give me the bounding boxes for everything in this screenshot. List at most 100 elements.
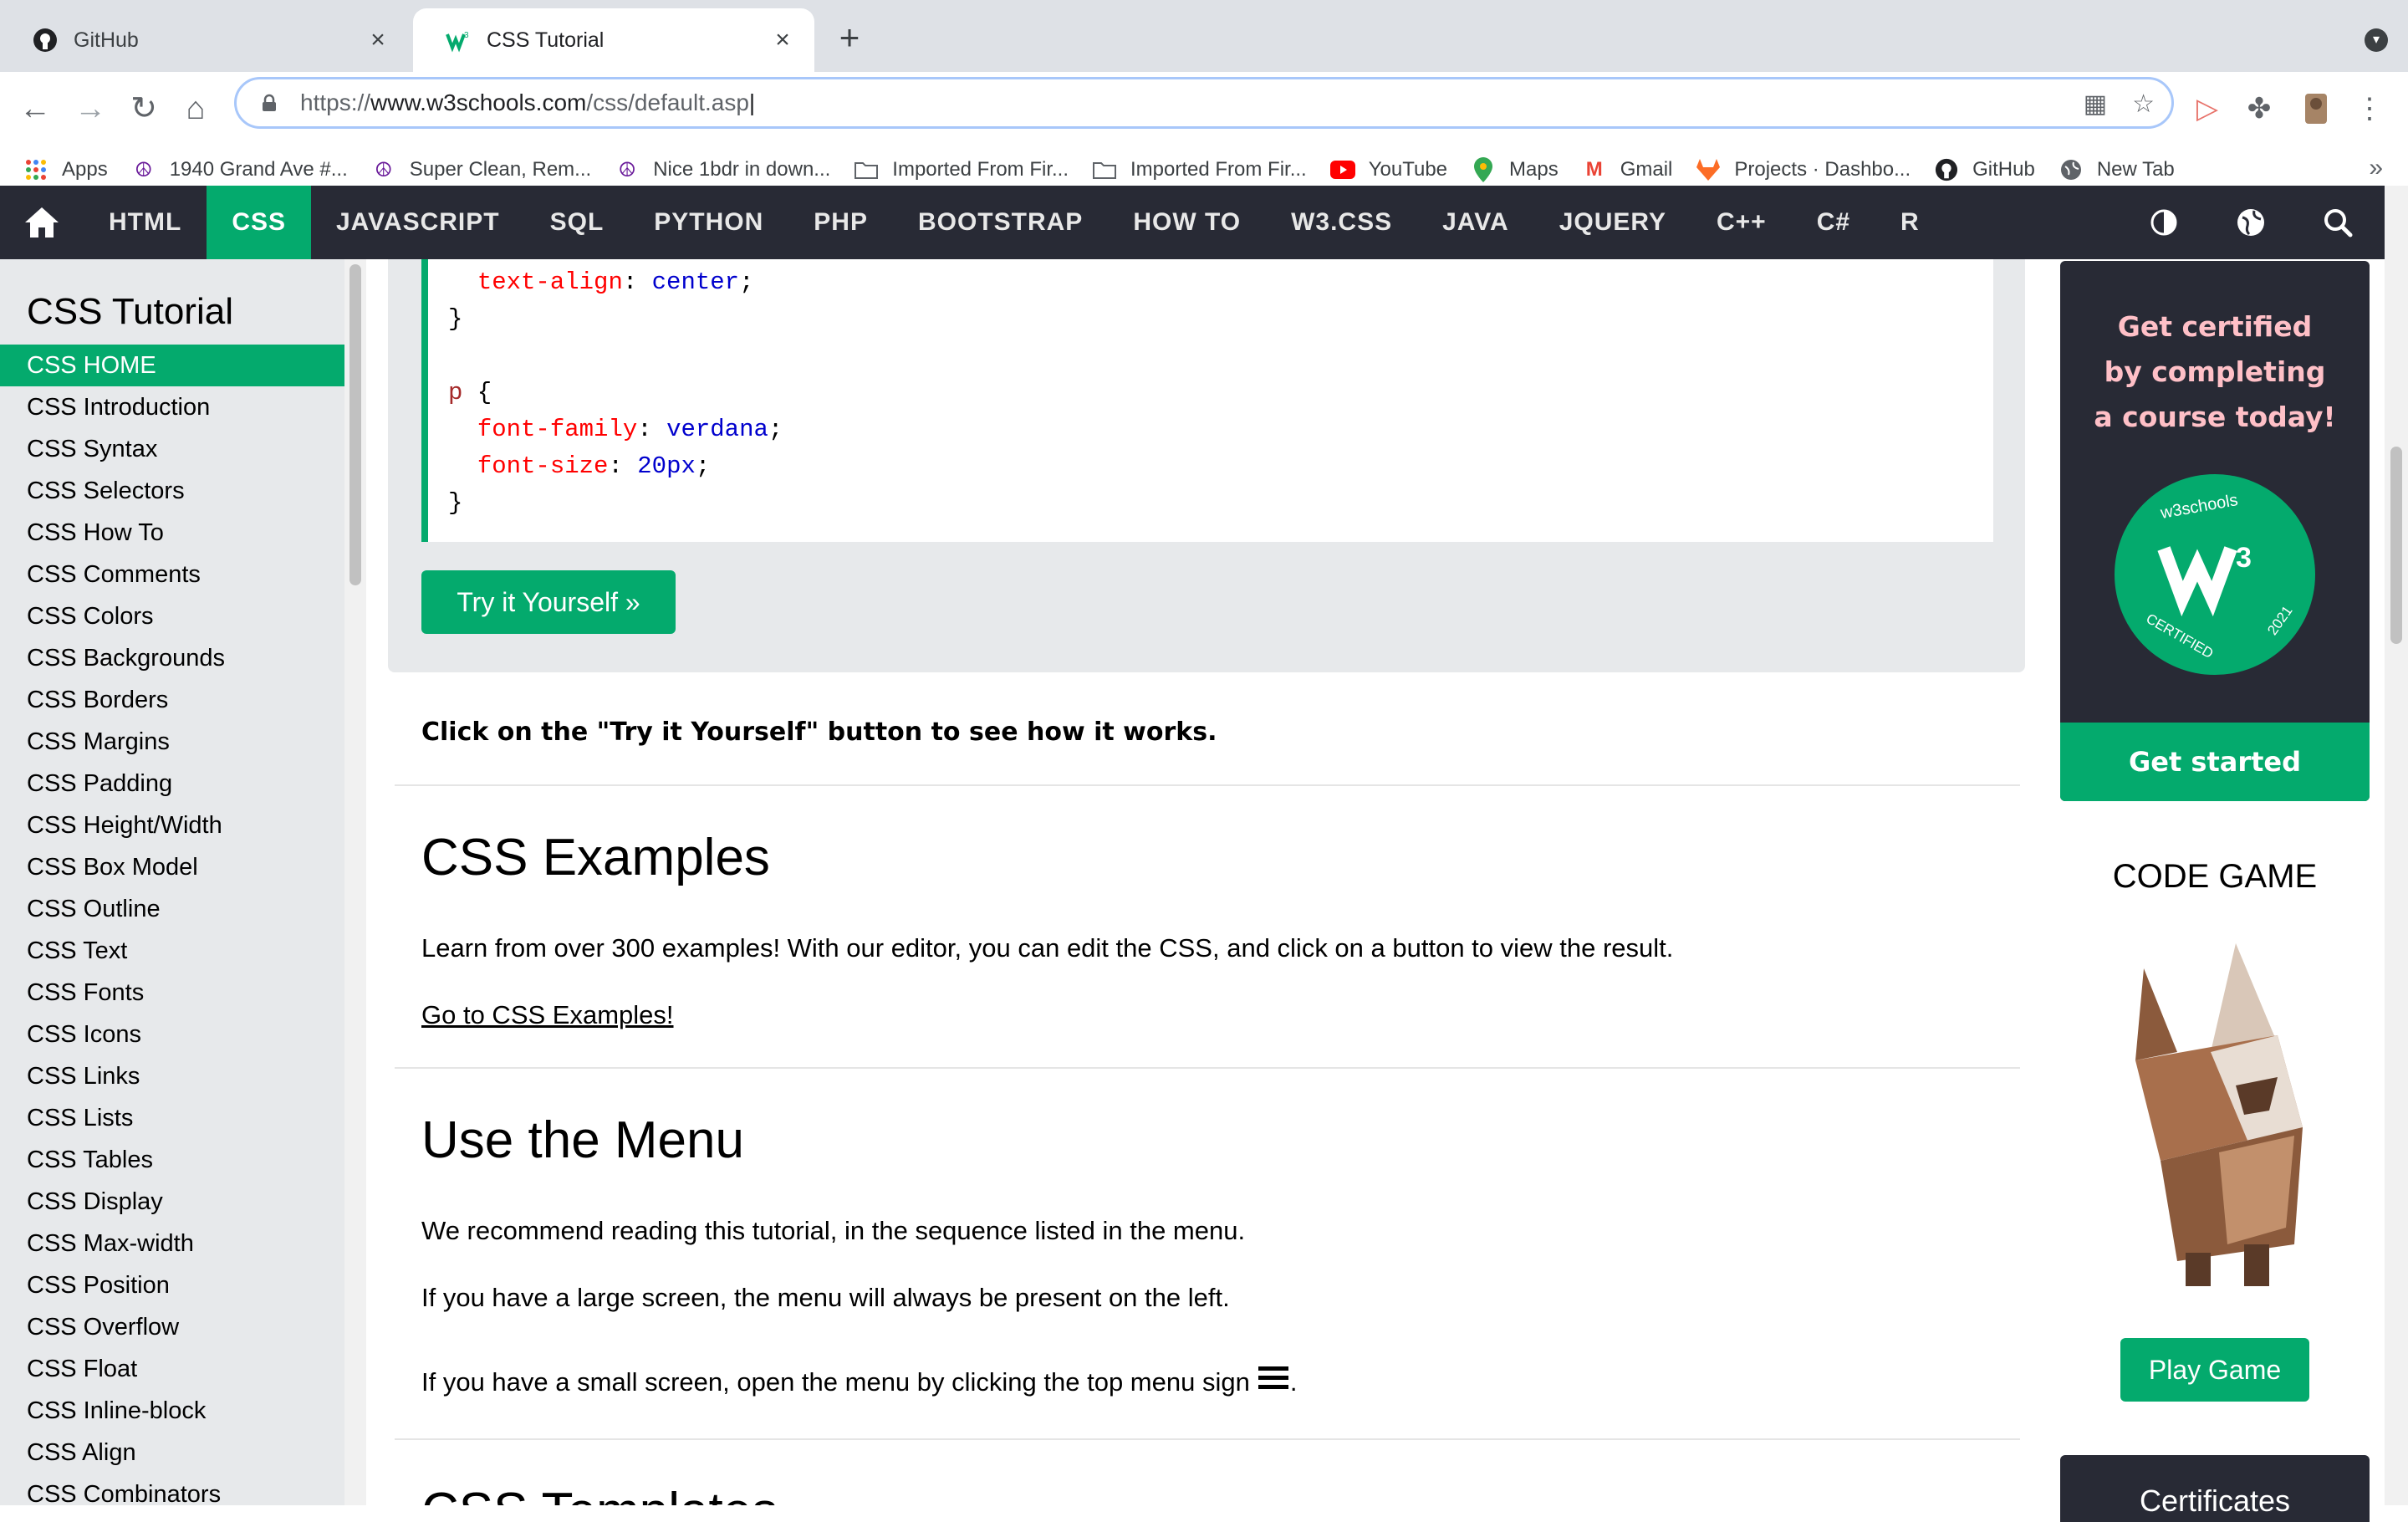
address-bar[interactable]: https://www.w3schools.com/css/default.as… <box>234 77 2174 129</box>
sidebar-item[interactable]: CSS Fonts <box>0 972 344 1014</box>
sidebar-item[interactable]: CSS Tables <box>0 1139 344 1181</box>
bookmark-item[interactable]: ☮ Super Clean, Rem... <box>371 157 591 182</box>
back-icon[interactable]: ← <box>12 85 59 132</box>
nav-cpp[interactable]: C++ <box>1691 186 1792 259</box>
tab-title: CSS Tutorial <box>487 28 605 52</box>
nav-python[interactable]: PYTHON <box>629 186 788 259</box>
css-examples-heading: CSS Examples <box>421 829 770 886</box>
css-templates-heading: CSS Templates <box>421 1482 778 1505</box>
url-text[interactable]: https://www.w3schools.com/css/default.as… <box>300 89 755 116</box>
globe-icon[interactable] <box>2226 186 2276 259</box>
bookmarks-overflow-icon[interactable]: » <box>2369 154 2383 182</box>
nav-css[interactable]: CSS <box>207 186 311 259</box>
bookmark-apps[interactable]: Apps <box>23 157 108 182</box>
sidebar-item[interactable]: CSS Position <box>0 1264 344 1306</box>
tab-css-tutorial[interactable]: 3 CSS Tutorial × <box>413 8 814 72</box>
sidebar-item[interactable]: CSS Max-width <box>0 1223 344 1264</box>
sidebar-item[interactable]: CSS Box Model <box>0 846 344 888</box>
bookmark-gitlab[interactable]: Projects · Dashbo... <box>1696 157 1911 182</box>
sidebar-item[interactable]: CSS Lists <box>0 1097 344 1139</box>
sidebar-scroll-thumb[interactable] <box>349 264 361 585</box>
menu-paragraph-1: We recommend reading this tutorial, in t… <box>421 1216 1246 1245</box>
close-tab-icon[interactable]: × <box>768 25 798 55</box>
home-icon[interactable] <box>0 186 84 259</box>
close-tab-icon[interactable]: × <box>363 25 393 55</box>
sidebar-item[interactable]: CSS Selectors <box>0 470 344 512</box>
nav-java[interactable]: JAVA <box>1417 186 1534 259</box>
bookmark-folder[interactable]: Imported From Fir... <box>854 157 1069 182</box>
sidebar-item[interactable]: CSS Display <box>0 1181 344 1223</box>
tab-title: GitHub <box>74 28 139 52</box>
sidebar-item[interactable]: CSS How To <box>0 512 344 554</box>
sidebar-item[interactable]: CSS Comments <box>0 554 344 595</box>
browser-menu-icon[interactable]: ⋮ <box>2348 85 2391 132</box>
bookmark-github[interactable]: GitHub <box>1934 157 2035 182</box>
sidebar-scrollbar[interactable] <box>344 259 366 1505</box>
search-icon[interactable] <box>2313 186 2363 259</box>
nav-bootstrap[interactable]: BOOTSTRAP <box>893 186 1108 259</box>
bookmark-gmail[interactable]: M Gmail <box>1582 157 1673 182</box>
sidebar-item[interactable]: CSS Icons <box>0 1014 344 1055</box>
sidebar-title: CSS Tutorial <box>27 291 233 332</box>
github-icon <box>32 27 59 54</box>
sidebar-item[interactable]: CSS Colors <box>0 595 344 637</box>
tab-github[interactable]: GitHub × <box>0 8 410 72</box>
page-scroll-thumb[interactable] <box>2390 447 2402 644</box>
sidebar-item[interactable]: CSS Combinators <box>0 1473 344 1505</box>
apps-grid-icon <box>23 157 48 182</box>
nav-html[interactable]: HTML <box>84 186 207 259</box>
menu-sign-icon <box>1258 1361 1288 1394</box>
main-content: text-align: center; } p { font-family: v… <box>366 259 2038 1505</box>
css-examples-text: Learn from over 300 examples! With our e… <box>421 933 1674 963</box>
new-tab-icon[interactable]: + <box>833 20 866 55</box>
sidebar-item[interactable]: CSS Outline <box>0 888 344 930</box>
tab-search-icon[interactable]: ▾ <box>2365 28 2388 52</box>
sidebar-item[interactable]: CSS Links <box>0 1055 344 1097</box>
bookmark-item[interactable]: ☮ 1940 Grand Ave #... <box>131 157 348 182</box>
home-icon[interactable]: ⌂ <box>172 85 219 132</box>
forward-icon[interactable]: → <box>67 85 114 132</box>
extensions-puzzle-icon[interactable]: ✤ <box>2237 85 2281 132</box>
bookmark-maps[interactable]: Maps <box>1471 157 1559 182</box>
extension-icon[interactable]: ▷ <box>2186 85 2229 132</box>
fox-mascot-icon <box>2135 943 2303 1286</box>
sidebar-item[interactable]: CSS Inline-block <box>0 1390 344 1432</box>
bookmark-youtube[interactable]: YouTube <box>1329 157 1447 182</box>
sidebar-item[interactable]: CSS Height/Width <box>0 804 344 846</box>
bookmark-star-icon[interactable]: ☆ <box>2132 89 2155 119</box>
nav-sql[interactable]: SQL <box>525 186 630 259</box>
nav-r[interactable]: R <box>1875 186 1945 259</box>
sidebar-item[interactable]: CSS Overflow <box>0 1306 344 1348</box>
sidebar-item[interactable]: CSS Borders <box>0 679 344 721</box>
sidebar-item[interactable]: CSS Text <box>0 930 344 972</box>
get-started-button[interactable]: Get started <box>2060 723 2370 801</box>
sidebar-item[interactable]: CSS Align <box>0 1432 344 1473</box>
profile-avatar[interactable] <box>2294 85 2338 132</box>
sidebar-item[interactable]: CSS Introduction <box>0 386 344 428</box>
sidebar-item[interactable]: CSS Padding <box>0 763 344 804</box>
sidebar-item[interactable]: CSS Backgrounds <box>0 637 344 679</box>
nav-csharp[interactable]: C# <box>1792 186 1875 259</box>
try-it-yourself-button[interactable]: Try it Yourself » <box>421 570 676 634</box>
bookmark-new-tab[interactable]: New Tab <box>2059 157 2175 182</box>
certified-badge-icon: 3 w3schools CERTIFIED 2021 <box>2115 474 2315 675</box>
certificates-box: Certificates <box>2060 1455 2370 1522</box>
sidebar-item[interactable]: CSS Syntax <box>0 428 344 470</box>
nav-w3css[interactable]: W3.CSS <box>1266 186 1417 259</box>
nav-javascript[interactable]: JAVASCRIPT <box>311 186 525 259</box>
nav-php[interactable]: PHP <box>788 186 893 259</box>
sidebar-item-css-home[interactable]: CSS HOME <box>0 345 344 386</box>
play-game-button[interactable]: Play Game <box>2120 1338 2309 1402</box>
bookmark-folder[interactable]: Imported From Fir... <box>1092 157 1307 182</box>
nav-how-to[interactable]: HOW TO <box>1108 186 1266 259</box>
bookmark-item[interactable]: ☮ Nice 1bdr in down... <box>615 157 830 182</box>
page-scrollbar[interactable] <box>2385 186 2408 1505</box>
sidebar-item[interactable]: CSS Float <box>0 1348 344 1390</box>
nav-jquery[interactable]: JQUERY <box>1534 186 1691 259</box>
dark-mode-icon[interactable] <box>2139 186 2189 259</box>
sidebar-item[interactable]: CSS Margins <box>0 721 344 763</box>
qr-code-icon[interactable]: ▦ <box>2084 89 2107 119</box>
reload-icon[interactable]: ↻ <box>120 85 167 132</box>
youtube-icon <box>1329 157 1355 182</box>
go-to-css-examples-link[interactable]: Go to CSS Examples! <box>421 1000 674 1030</box>
